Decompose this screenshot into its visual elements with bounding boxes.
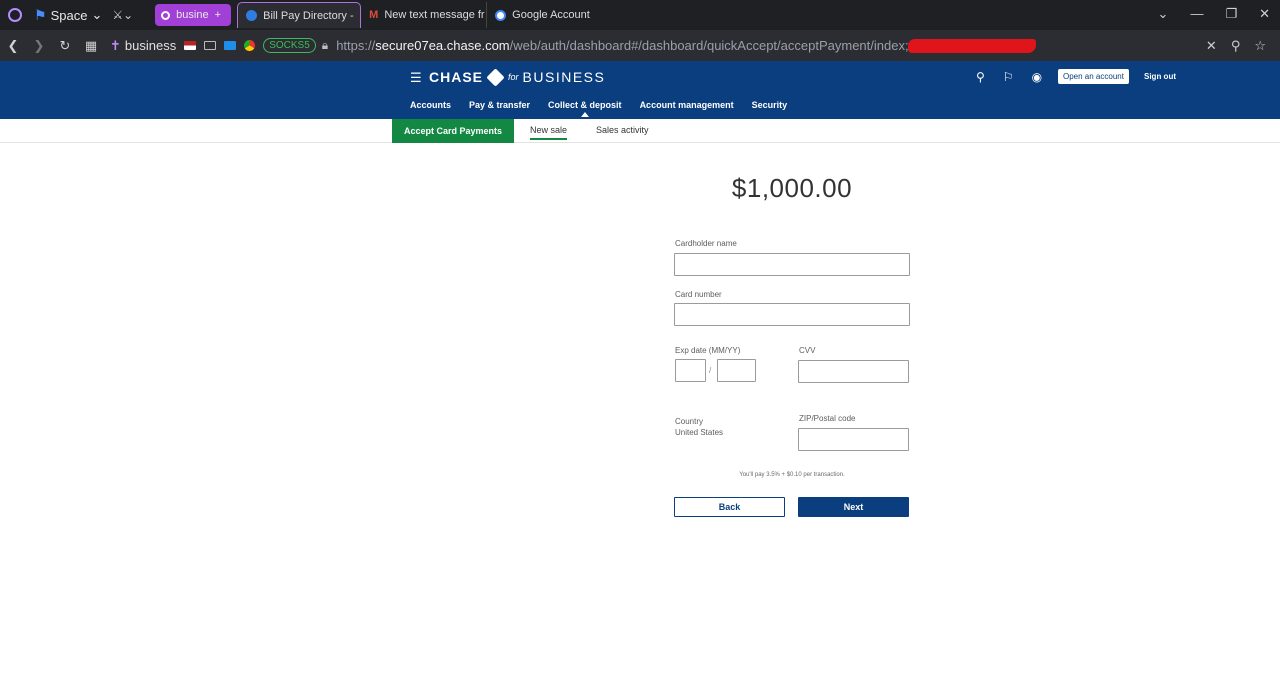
search-icon[interactable]: ⚲ xyxy=(976,70,985,84)
lock-icon[interactable]: 🔒︎ xyxy=(322,38,328,53)
chrome-icon xyxy=(244,40,256,51)
logo-for-text: for xyxy=(508,72,519,82)
logo-chase-text: CHASE xyxy=(429,69,484,85)
workspace-indicator[interactable]: ✝ business xyxy=(110,38,176,54)
tab-label: New text message fr xyxy=(384,9,485,21)
space-switcher[interactable]: ⚑ Space ⌄ xyxy=(34,7,102,24)
url-prefix: https:// xyxy=(336,38,376,53)
main-nav: Accounts Pay & transfer Collect & deposi… xyxy=(410,100,788,117)
bookmark-star-icon[interactable]: ☆ xyxy=(1254,38,1266,54)
tab-group-business[interactable]: busine + xyxy=(155,4,232,26)
us-flag-icon xyxy=(184,41,197,50)
cvv-input[interactable] xyxy=(798,360,909,383)
workspace-label: business xyxy=(124,38,177,53)
nav-accounts[interactable]: Accounts xyxy=(410,100,451,110)
chase-favicon-icon xyxy=(246,10,258,21)
header-icons: ⚲ ⚐ ◉ xyxy=(976,70,1042,84)
country-label: Country xyxy=(675,417,704,426)
cardholder-name-input[interactable] xyxy=(674,253,910,276)
back-arrow-icon[interactable]: ❮ xyxy=(0,38,26,54)
exp-separator: / xyxy=(709,366,712,375)
url-field[interactable]: https://secure07ea.chase.com/web/auth/da… xyxy=(336,38,914,53)
address-bar-actions: ✕ ⚲ ☆ xyxy=(1206,38,1266,54)
chase-logo[interactable]: CHASE for BUSINESS xyxy=(429,67,606,87)
window-controls: ⌄ — ❐ ✕ xyxy=(1158,6,1270,22)
tab-new-text-message[interactable]: M New text message fr xyxy=(361,2,488,28)
browser-address-bar: ❮ ❯ ↻ ▦ ✝ business SOCKS5 🔒︎ https://sec… xyxy=(0,30,1280,61)
space-label: Space xyxy=(50,7,88,23)
profile-icon[interactable]: ◉ xyxy=(1032,70,1042,84)
tab-label: Google Account xyxy=(512,9,590,21)
accept-card-payments-tab[interactable]: Accept Card Payments xyxy=(392,119,514,143)
fee-note: You'll pay 3.5% + $0.10 per transaction. xyxy=(739,472,845,478)
back-button[interactable]: Back xyxy=(674,497,785,517)
exp-month-input[interactable] xyxy=(675,359,706,382)
chase-header: ☰ CHASE for BUSINESS ⚲ ⚐ ◉ Open an accou… xyxy=(0,61,1280,119)
messages-icon[interactable]: ⚐ xyxy=(1003,70,1014,84)
group-dot-icon xyxy=(161,10,171,20)
tab-group-label: busine xyxy=(176,9,209,21)
sub-navigation: Accept Card Payments New sale Sales acti… xyxy=(0,119,1280,143)
nav-collect-deposit[interactable]: Collect & deposit xyxy=(548,100,622,117)
forward-arrow-icon[interactable]: ❯ xyxy=(26,38,52,54)
zip-input[interactable] xyxy=(798,428,909,451)
card-number-input[interactable] xyxy=(674,303,910,326)
open-account-button[interactable]: Open an account xyxy=(1058,69,1129,84)
plus-icon[interactable]: + xyxy=(215,9,221,21)
menu-icon[interactable]: ☰ xyxy=(410,70,422,86)
person-icon: ✝ xyxy=(110,37,121,53)
tab-bill-pay[interactable]: Bill Pay Directory - × xyxy=(237,2,362,28)
monitor-icon xyxy=(204,41,217,50)
chevron-down-icon[interactable]: ⌄ xyxy=(1158,6,1169,22)
url-path: /web/auth/dashboard#/dashboard/quickAcce… xyxy=(509,38,915,53)
payment-amount: $1,000.00 xyxy=(731,173,853,203)
windows-icon xyxy=(224,41,237,50)
tab-sales-activity[interactable]: Sales activity xyxy=(596,125,649,135)
exp-date-label: Exp date (MM/YY) xyxy=(675,346,741,355)
cvv-label: CVV xyxy=(799,346,816,355)
nav-account-management[interactable]: Account management xyxy=(640,100,734,110)
logo-business-text: BUSINESS xyxy=(522,69,606,85)
country-value: United States xyxy=(675,428,724,437)
tab-label: Bill Pay Directory - xyxy=(263,9,354,22)
restore-icon[interactable]: ❐ xyxy=(1225,6,1237,22)
chase-octagon-icon xyxy=(486,67,505,87)
zip-label: ZIP/Postal code xyxy=(799,414,856,423)
sign-out-link[interactable]: Sign out xyxy=(1144,72,1176,81)
card-number-label: Card number xyxy=(675,290,722,299)
tab-new-sale[interactable]: New sale xyxy=(530,125,568,140)
reload-icon[interactable]: ↻ xyxy=(52,38,78,54)
clear-url-icon[interactable]: ✕ xyxy=(1206,38,1217,54)
exp-year-input[interactable] xyxy=(717,359,756,382)
redaction-mark xyxy=(908,38,1037,53)
zoom-icon[interactable]: ⚲ xyxy=(1231,38,1241,54)
browser-logo-icon[interactable] xyxy=(8,8,22,22)
google-icon xyxy=(495,9,507,21)
nav-pay-transfer[interactable]: Pay & transfer xyxy=(469,100,530,110)
chevron-down-icon: ⌄ xyxy=(91,7,103,22)
url-host: secure07ea.chase.com xyxy=(375,38,510,53)
minimize-icon[interactable]: — xyxy=(1190,6,1203,22)
gmail-icon: M xyxy=(369,9,379,21)
proxy-badge: SOCKS5 xyxy=(263,38,316,53)
tab-google-account[interactable]: Google Account xyxy=(487,2,613,28)
browser-tab-bar: ⚑ Space ⌄ ⚔⌄ busine + Bill Pay Directory… xyxy=(0,0,1280,30)
pin-settings-icon[interactable]: ⚔⌄ xyxy=(112,8,133,22)
next-button[interactable]: Next xyxy=(798,497,909,517)
cardholder-name-label: Cardholder name xyxy=(675,239,737,248)
close-window-icon[interactable]: ✕ xyxy=(1259,6,1270,22)
nav-security[interactable]: Security xyxy=(752,100,788,110)
flag-icon: ⚑ xyxy=(34,6,47,23)
grid-icon[interactable]: ▦ xyxy=(78,38,104,54)
